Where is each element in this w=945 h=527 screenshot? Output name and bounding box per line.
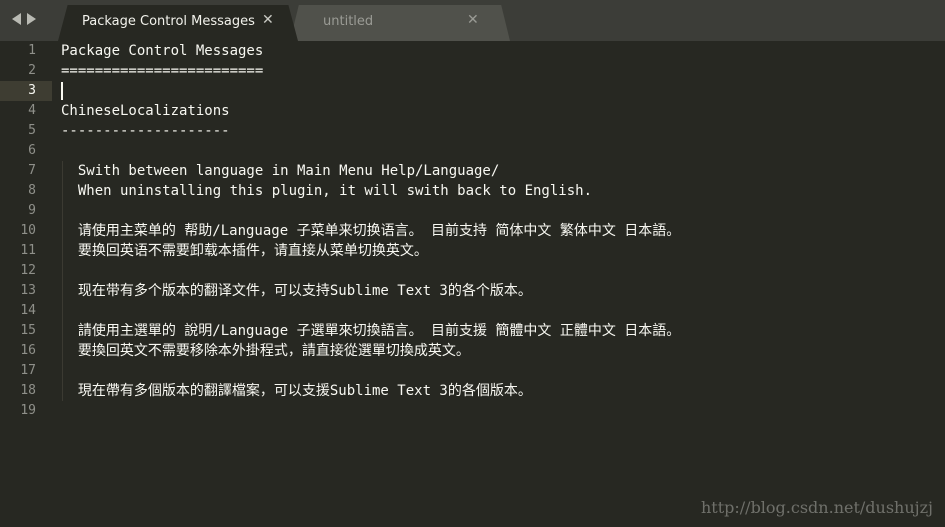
code-line[interactable]: 請使用主選單的 說明/Language 子選單來切換語言。 目前支援 簡體中文 … (61, 321, 680, 341)
line-number: 11 (20, 243, 36, 258)
code-line[interactable]: -------------------- (61, 121, 230, 141)
editor-pane[interactable]: 1 2 3 4 5 6 7 8 9 10 11 12 13 14 15 16 17 18 19 Package Co… (0, 41, 945, 527)
line-number: 19 (20, 403, 36, 418)
tab-nav-arrows (12, 10, 36, 28)
line-number: 5 (28, 123, 36, 138)
close-icon[interactable]: ✕ (467, 12, 479, 28)
code-line[interactable]: 要换回英语不需要卸载本插件，请直接从菜单切换英文。 (61, 241, 428, 261)
text-cursor (61, 82, 63, 100)
code-line[interactable]: Package Control Messages (61, 41, 263, 61)
tab-bar: untitled ✕ Package Control Messages ✕ (0, 0, 945, 41)
watermark-text: http://blog.csdn.net/dushujzj (700, 498, 933, 517)
arrow-right-icon[interactable] (27, 13, 36, 25)
line-number: 6 (28, 143, 36, 158)
code-line[interactable]: 请使用主菜单的 帮助/Language 子菜单来切换语言。 目前支持 简体中文 … (61, 221, 680, 241)
line-number: 9 (28, 203, 36, 218)
tab-package-control-messages[interactable]: Package Control Messages ✕ (58, 5, 298, 41)
code-line[interactable]: 现在带有多个版本的翻译文件，可以支持Sublime Text 3的各个版本。 (61, 281, 532, 301)
line-number: 3 (28, 83, 36, 98)
line-number: 12 (20, 263, 36, 278)
line-number: 7 (28, 163, 36, 178)
code-line[interactable]: ======================== (61, 61, 263, 81)
tab-label: Package Control Messages (82, 14, 255, 29)
line-number: 10 (20, 223, 36, 238)
line-number: 4 (28, 103, 36, 118)
line-number: 16 (20, 343, 36, 358)
close-icon[interactable]: ✕ (262, 12, 274, 28)
line-number: 8 (28, 183, 36, 198)
line-number: 2 (28, 63, 36, 78)
line-number: 15 (20, 323, 36, 338)
tab-untitled[interactable]: untitled ✕ (290, 5, 510, 41)
line-number: 18 (20, 383, 36, 398)
code-line[interactable]: ChineseLocalizations (61, 101, 230, 121)
code-line[interactable]: 要換回英文不需要移除本外掛程式，請直接從選單切換成英文。 (61, 341, 470, 361)
line-number-gutter: 1 2 3 4 5 6 7 8 9 10 11 12 13 14 15 16 17 18 19 (0, 41, 52, 527)
line-number: 14 (20, 303, 36, 318)
line-number: 17 (20, 363, 36, 378)
code-line[interactable]: Swith between language in Main Menu Help… (61, 161, 499, 181)
code-line[interactable]: 現在帶有多個版本的翻譯檔案，可以支援Sublime Text 3的各個版本。 (61, 381, 532, 401)
arrow-left-icon[interactable] (12, 13, 21, 25)
code-line[interactable]: When uninstalling this plugin, it will s… (61, 181, 592, 201)
tab-label: untitled (323, 14, 374, 29)
line-number: 13 (20, 283, 36, 298)
line-number: 1 (28, 43, 36, 58)
sublime-window: untitled ✕ Package Control Messages ✕ 12… (0, 0, 945, 527)
